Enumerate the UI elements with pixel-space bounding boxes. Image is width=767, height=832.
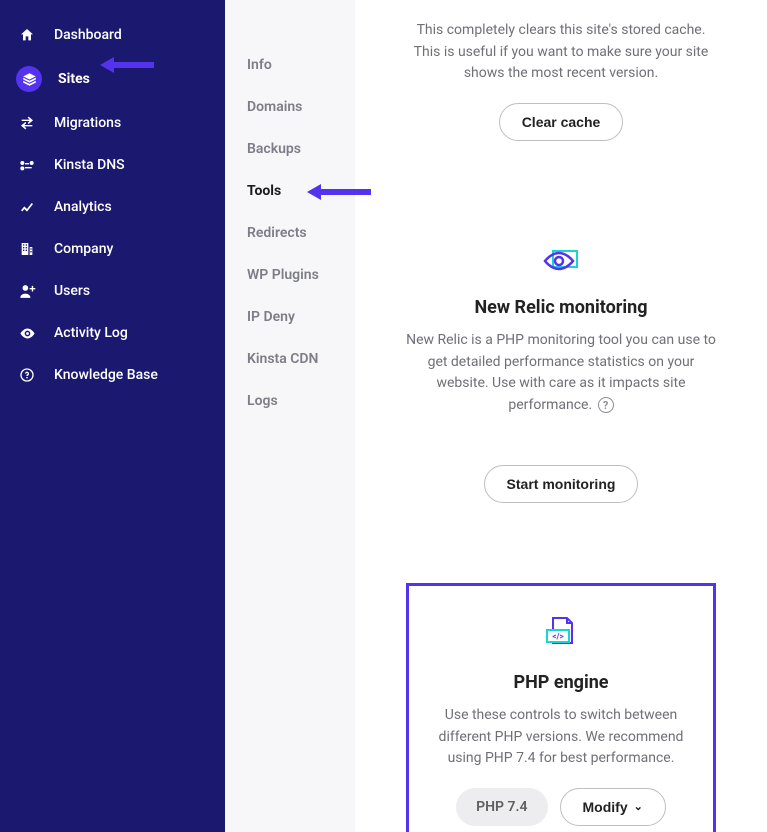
main-content: This completely clears this site's store… [355,0,767,832]
modify-php-button[interactable]: Modify ⌄ [560,788,666,826]
analytics-icon [16,196,38,218]
subnav-item-cdn[interactable]: Kinsta CDN [247,338,355,380]
card-php-engine: </> PHP engine Use these controls to swi… [406,583,716,832]
subnav-item-info[interactable]: Info [247,44,355,86]
sidebar-item-dashboard[interactable]: Dashboard [0,14,225,56]
sidebar-item-label: Migrations [54,115,121,131]
sidebar-item-label: Knowledge Base [54,367,158,383]
card-newrelic-title: New Relic monitoring [406,297,716,318]
monitoring-eye-icon [541,247,581,275]
subnav-item-wpplugins[interactable]: WP Plugins [247,254,355,296]
sidebar-item-label: Sites [58,71,90,87]
button-label: Modify [583,799,628,815]
users-icon [16,280,38,302]
subnav-item-domains[interactable]: Domains [247,86,355,128]
company-icon [16,238,38,260]
card-php-title: PHP engine [423,672,699,693]
sidebar-item-label: Kinsta DNS [54,157,125,173]
card-php-desc: Use these controls to switch between dif… [423,705,699,770]
sidebar-item-company[interactable]: Company [0,228,225,270]
sidebar-item-label: Company [54,241,113,257]
layers-icon [16,66,42,92]
help-tooltip-icon[interactable]: ? [598,397,614,413]
home-icon [16,24,38,46]
clear-cache-button[interactable]: Clear cache [499,103,624,141]
card-newrelic-desc: New Relic is a PHP monitoring tool you c… [406,330,716,417]
sidebar-item-users[interactable]: Users [0,270,225,312]
dns-icon [16,154,38,176]
sidebar-item-analytics[interactable]: Analytics [0,186,225,228]
php-file-icon: </> [543,616,579,650]
subnav-item-backups[interactable]: Backups [247,128,355,170]
subnav-item-ipdeny[interactable]: IP Deny [247,296,355,338]
eye-icon [16,322,38,344]
svg-text:</>: </> [552,632,563,641]
sidebar-item-label: Activity Log [54,325,128,341]
secondary-nav: Info Domains Backups Tools Redirects WP … [225,0,355,832]
subnav-item-tools[interactable]: Tools [247,170,355,212]
primary-sidebar: Dashboard Sites Migrations Kinsta DNS An… [0,0,225,832]
chevron-down-icon: ⌄ [634,800,643,813]
sidebar-item-label: Users [54,283,90,299]
sidebar-item-label: Analytics [54,199,112,215]
start-monitoring-button[interactable]: Start monitoring [484,465,639,503]
sidebar-item-migrations[interactable]: Migrations [0,102,225,144]
sidebar-item-label: Dashboard [54,27,122,43]
sidebar-item-dns[interactable]: Kinsta DNS [0,144,225,186]
sidebar-item-knowledge[interactable]: Knowledge Base [0,354,225,396]
migrations-icon [16,112,38,134]
card-cache-desc: This completely clears this site's store… [406,20,716,85]
help-icon [16,364,38,386]
subnav-item-redirects[interactable]: Redirects [247,212,355,254]
sidebar-item-sites[interactable]: Sites [0,56,225,102]
sidebar-item-activity[interactable]: Activity Log [0,312,225,354]
button-label: Clear cache [522,114,601,130]
php-version-pill: PHP 7.4 [456,788,547,826]
card-newrelic: New Relic monitoring New Relic is a PHP … [406,191,716,553]
subnav-item-logs[interactable]: Logs [247,380,355,422]
button-label: Start monitoring [507,476,616,492]
card-cache: This completely clears this site's store… [406,20,716,191]
